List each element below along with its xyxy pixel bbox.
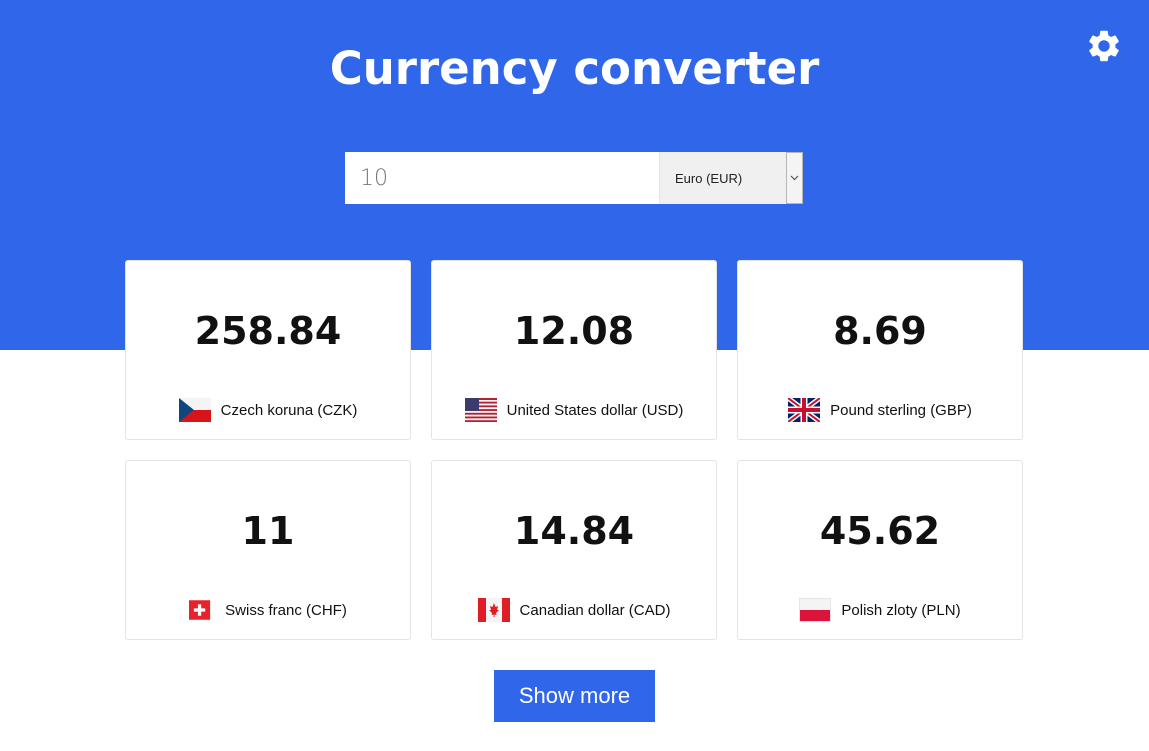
currency-label-row: Canadian dollar (CAD) (432, 598, 716, 622)
currency-card-chf: 11 Swiss franc (CHF) (125, 460, 411, 640)
currency-name: United States dollar (USD) (506, 401, 684, 419)
converted-value: 11 (241, 509, 295, 553)
page-title: Currency converter (329, 42, 820, 95)
currency-label-row: Polish zloty (PLN) (738, 598, 1022, 622)
show-more-button[interactable]: Show more (494, 670, 655, 722)
currency-card-gbp: 8.69 Pound sterling (GBP) (737, 260, 1023, 440)
swiss-flag-icon (189, 600, 211, 620)
currency-name: Pound sterling (GBP) (830, 401, 972, 419)
currency-card-pln: 45.62 Polish zloty (PLN) (737, 460, 1023, 640)
converted-value: 45.62 (819, 509, 941, 553)
currency-label-row: Swiss franc (CHF) (126, 598, 410, 622)
converted-value: 8.69 (833, 309, 927, 353)
poland-flag-icon (799, 598, 832, 622)
uk-flag-icon (788, 398, 821, 422)
currency-label-row: Pound sterling (GBP) (738, 398, 1022, 422)
currency-label-row: United States dollar (USD) (432, 398, 716, 422)
currency-card-czk: 258.84 Czech koruna (CZK) (125, 260, 411, 440)
czech-flag-icon (178, 398, 211, 422)
converter-form: Euro (EUR) (345, 152, 803, 204)
currency-label-row: Czech koruna (CZK) (126, 398, 410, 422)
currency-name: Canadian dollar (CAD) (519, 601, 671, 619)
canada-flag-icon (477, 598, 510, 622)
converted-value: 258.84 (194, 309, 342, 353)
us-flag-icon (464, 398, 497, 422)
converted-value: 12.08 (513, 309, 635, 353)
currency-name: Czech koruna (CZK) (220, 401, 358, 419)
currency-name: Polish zloty (PLN) (841, 601, 961, 619)
currency-select[interactable]: Euro (EUR) (659, 152, 803, 204)
amount-input[interactable] (345, 152, 659, 204)
currency-name: Swiss franc (CHF) (225, 601, 347, 619)
currency-card-cad: 14.84 Canadian dollar (CAD) (431, 460, 717, 640)
chevron-down-icon[interactable] (786, 152, 803, 204)
currency-select-label: Euro (EUR) (675, 170, 743, 186)
currency-card-usd: 12.08 United States dollar (USD) (431, 260, 717, 440)
converted-value: 14.84 (513, 509, 635, 553)
